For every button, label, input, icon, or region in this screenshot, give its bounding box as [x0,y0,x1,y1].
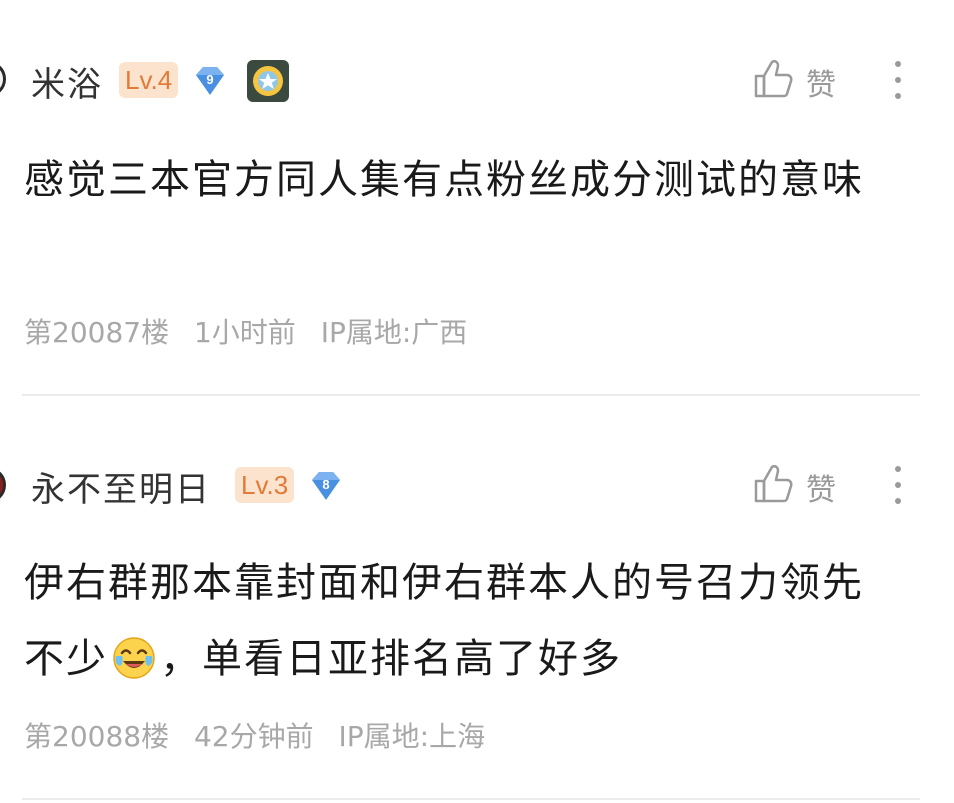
more-options-icon[interactable] [888,463,908,507]
level-badge: Lv.3 [235,467,295,503]
post-time: 42分钟前 [193,720,314,753]
ip-location: IP属地:上海 [338,720,486,753]
comment-meta: 第20088楼 42分钟前 IP属地:上海 [24,715,501,755]
laughing-crying-emoji-icon [113,637,155,679]
diamond-badge-icon: 8 [312,472,340,500]
like-button[interactable]: 赞 [752,461,852,509]
comment-content: 伊右群那本靠封面和伊右群本人的号召力领先不少 ，单看日亚排名高了好多 [24,545,904,697]
thumbs-up-icon [754,464,793,503]
username[interactable]: 永不至明日 [31,462,211,511]
comment-item: 永不至明日 Lv.3 8 赞 伊右群那本靠封面和伊右群本人的号召力领先不少 ，单… [0,0,954,753]
avatar[interactable] [0,467,6,503]
comment-text: ，单看日亚排名高了好多 [160,636,622,682]
divider [22,798,920,800]
like-label: 赞 [806,473,836,508]
badge-number: 8 [322,477,329,492]
floor-number: 第20088楼 [24,720,170,753]
